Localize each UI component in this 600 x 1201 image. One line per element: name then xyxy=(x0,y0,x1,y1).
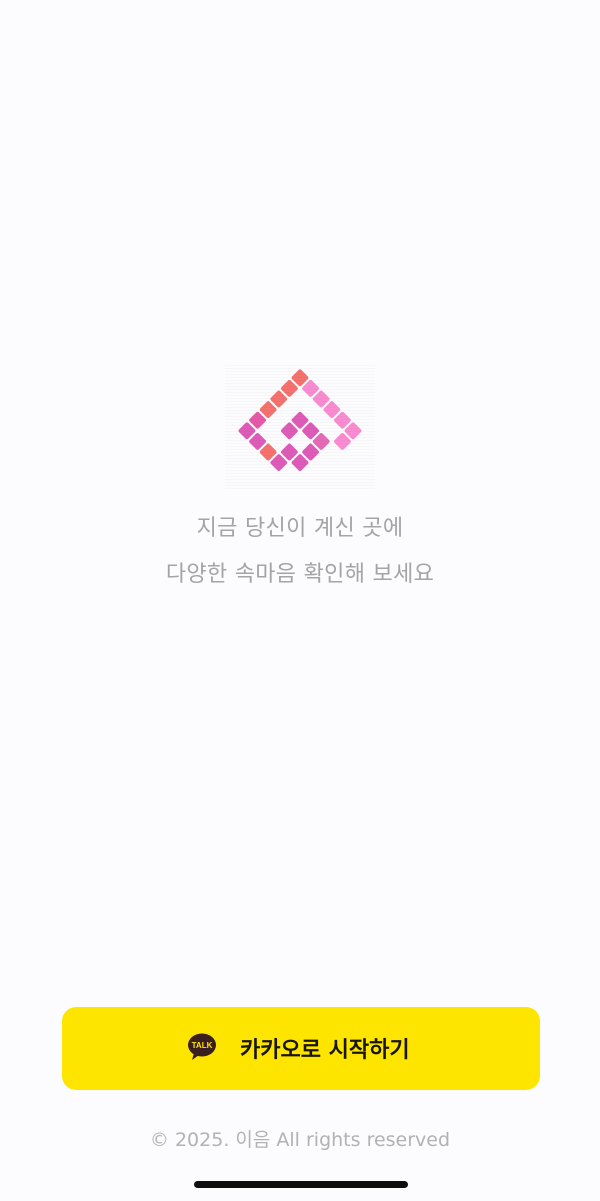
kakao-icon-text: TALK xyxy=(192,1041,213,1050)
copyright-text: © 2025. 이음 All rights reserved xyxy=(149,1129,451,1151)
tagline-line-2: 다양한 속마음 확인해 보세요 xyxy=(165,562,435,587)
kakao-login-label: 카카오로 시작하기 xyxy=(240,1038,410,1063)
tagline-line-1: 지금 당신이 계신 곳에 xyxy=(196,516,404,541)
splash-screen: 지금 당신이 계신 곳에 다양한 속마음 확인해 보세요 TALK 카카오로 시… xyxy=(0,0,600,1201)
app-logo-icon xyxy=(225,365,375,491)
kakao-talk-icon: TALK xyxy=(188,1033,216,1060)
home-indicator[interactable] xyxy=(194,1181,408,1188)
